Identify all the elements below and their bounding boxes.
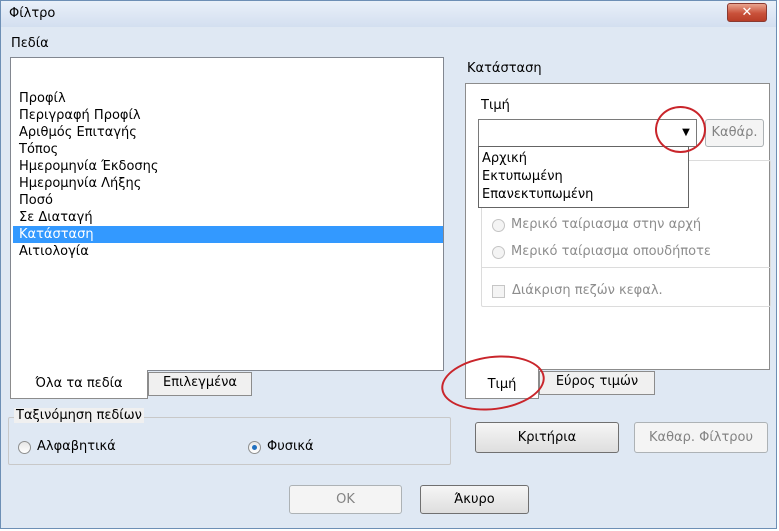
tab-value-range[interactable]: Εύρος τιμών <box>539 371 655 395</box>
sort-alphabetical-radio[interactable] <box>18 441 31 454</box>
dropdown-option[interactable]: Αρχική <box>482 150 527 167</box>
list-item[interactable]: Ημερομηνία Έκδοσης <box>13 158 443 175</box>
fields-listbox[interactable]: Προφίλ Περιγραφή Προφίλ Αριθμός Επιταγής… <box>10 57 444 371</box>
tab-all-fields[interactable]: Όλα τα πεδία <box>10 370 148 399</box>
title-bar[interactable]: Φίλτρο ✕ <box>1 1 776 27</box>
sort-alphabetical-label: Αλφαβητικά <box>37 439 116 454</box>
dropdown-option[interactable]: Επανεκτυπωμένη <box>482 186 593 203</box>
list-item[interactable]: Περιγραφή Προφίλ <box>13 107 443 124</box>
value-dropdown-list[interactable]: Αρχική Εκτυπωμένη Επανεκτυπωμένη <box>478 146 689 208</box>
sort-label: Ταξινόμηση πεδίων <box>14 408 144 423</box>
tab-selected-fields[interactable]: Επιλεγμένα <box>148 372 252 396</box>
match-anywhere-radio[interactable] <box>492 246 505 259</box>
case-sensitive-label: Διάκριση πεζών κεφαλ. <box>512 283 663 298</box>
list-item[interactable]: Προφίλ <box>13 90 443 107</box>
list-item[interactable]: Τόπος <box>13 141 443 158</box>
clear-value-button[interactable]: Καθάρ. <box>705 119 764 147</box>
cancel-button[interactable]: Άκυρο <box>420 485 529 514</box>
ok-button[interactable]: OK <box>289 485 402 514</box>
window-title: Φίλτρο <box>9 6 56 21</box>
list-item[interactable]: Ημερομηνία Λήξης <box>13 175 443 192</box>
case-sensitive-checkbox[interactable] <box>492 285 505 298</box>
match-anywhere-label: Μερικό ταίριασμα οπουδήποτε <box>511 244 711 259</box>
fields-label: Πεδία <box>11 36 49 51</box>
list-item[interactable]: Αριθμός Επιταγής <box>13 124 443 141</box>
divider <box>481 267 771 268</box>
list-item[interactable]: Σε Διαταγή <box>13 209 443 226</box>
close-icon[interactable]: ✕ <box>727 3 767 22</box>
match-start-label: Μερικό ταίριασμα στην αρχή <box>511 217 702 232</box>
criteria-field-label: Κατάσταση <box>467 61 542 76</box>
sort-natural-radio[interactable] <box>248 441 261 454</box>
list-item[interactable]: Αιτιολογία <box>13 243 443 260</box>
list-item[interactable]: Ποσό <box>13 192 443 209</box>
value-label: Τιμή <box>481 98 510 113</box>
criteria-button[interactable]: Κριτήρια <box>475 422 619 453</box>
list-item-selected[interactable]: Κατάσταση <box>13 226 443 243</box>
callout-circle <box>655 106 706 153</box>
clear-filter-button[interactable]: Καθαρ. Φίλτρου <box>634 422 768 453</box>
sort-natural-label: Φυσικά <box>267 439 314 454</box>
dropdown-option[interactable]: Εκτυπωμένη <box>482 168 563 185</box>
match-start-radio[interactable] <box>492 219 505 232</box>
